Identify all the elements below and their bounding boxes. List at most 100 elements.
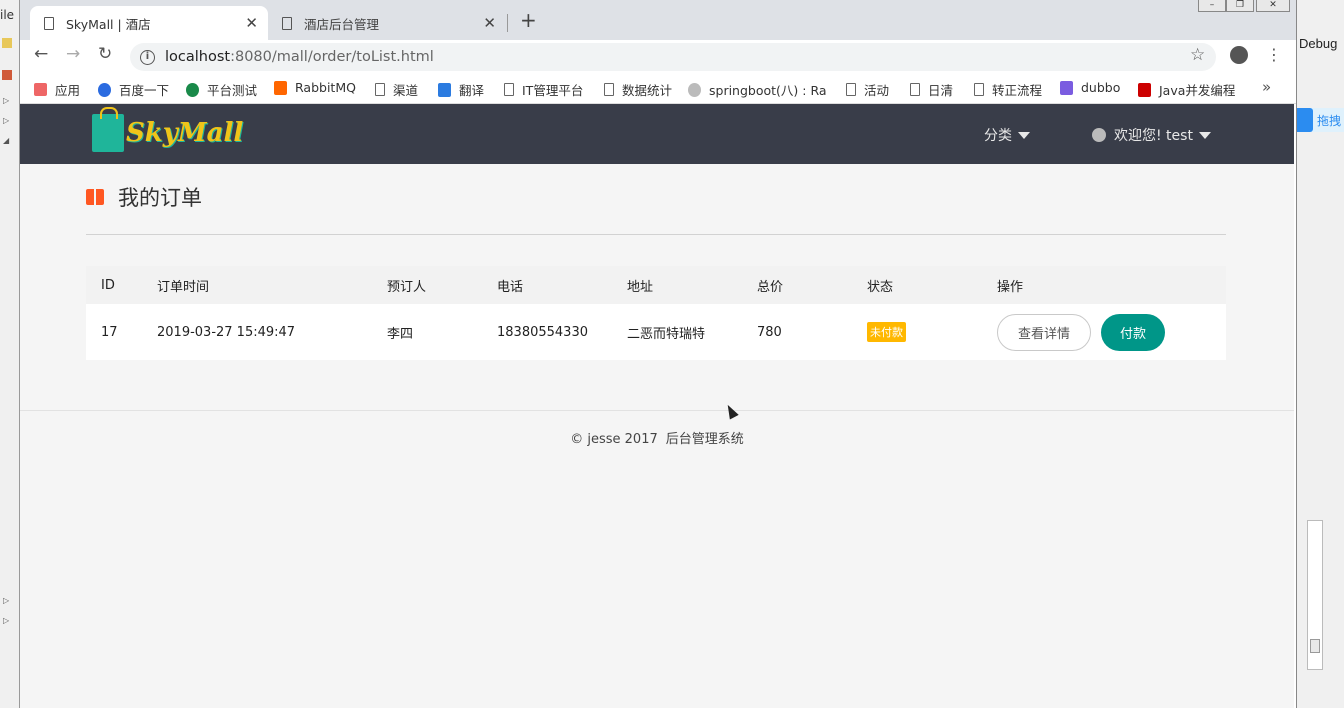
ide-scrollbar[interactable]: [1307, 520, 1323, 670]
site-header: SkyMall 分类 欢迎您! test: [20, 104, 1294, 164]
page-icon: [910, 83, 920, 96]
bookmark-rabbitmq[interactable]: RabbitMQ: [274, 80, 356, 95]
forward-icon[interactable]: →: [66, 44, 80, 64]
column-header: 电话: [497, 279, 524, 295]
bookmark-baidu[interactable]: 百度一下: [98, 80, 169, 99]
bookmark-platform-test[interactable]: 平台测试: [186, 80, 257, 99]
ide-file-label: ile: [0, 8, 15, 22]
footer-divider: [20, 410, 1294, 411]
footer-system-link[interactable]: 后台管理系统: [666, 432, 744, 447]
baidu-netdisk-widget[interactable]: 拖拽: [1297, 108, 1344, 132]
column-header: 地址: [627, 279, 654, 295]
footer-copyright: © jesse 2017: [570, 432, 658, 447]
page-icon: [504, 83, 514, 96]
ide-scrollbar-thumb[interactable]: [1310, 639, 1320, 653]
bookmark-springboot[interactable]: springboot(八) : Ra: [688, 80, 827, 99]
nav-user-dropdown[interactable]: 欢迎您! test: [1092, 125, 1211, 145]
ide-file-icon: [2, 70, 12, 80]
browser-toolbar: ← → ↻ i localhost:8080/mall/order/toList…: [20, 40, 1296, 72]
page-title: 我的订单: [118, 186, 202, 210]
bookmark-data-stats[interactable]: 数据统计: [604, 80, 672, 99]
info-icon[interactable]: i: [140, 49, 155, 65]
chevron-right-icon[interactable]: »: [1262, 78, 1271, 96]
baidu-paw-icon: [98, 82, 111, 97]
tab-title: 酒店后台管理: [304, 16, 380, 32]
bookmark-translate[interactable]: 翻译: [438, 80, 484, 99]
close-icon[interactable]: ✕: [245, 14, 258, 32]
address-bar[interactable]: i localhost:8080/mall/order/toList.html: [130, 43, 1216, 71]
tab-separator: [507, 14, 508, 32]
table-row: 17 2019-03-27 15:49:47 李四 18380554330 二恶…: [86, 304, 1226, 360]
page-icon: [974, 83, 984, 96]
ide-right-panel: Debug 拖拽: [1296, 0, 1344, 708]
ide-expand-icon[interactable]: ▷: [3, 616, 9, 625]
bookmark-star-icon[interactable]: ☆: [1190, 45, 1205, 65]
order-address: 二恶而特瑞特: [627, 326, 706, 342]
bookmark-regularization[interactable]: 转正流程: [974, 80, 1042, 99]
bookmarks-bar: 应用 百度一下 平台测试 RabbitMQ 渠道 翻译 IT管理平台 数据统计 …: [20, 72, 1296, 104]
view-details-button[interactable]: 查看详情: [997, 314, 1091, 351]
caret-down-icon: [1198, 131, 1211, 139]
table-header-row: ID 订单时间 预订人 电话 地址 总价 状态 操作: [86, 266, 1226, 304]
mouse-cursor: [723, 402, 739, 420]
ide-expand-icon[interactable]: ▷: [3, 116, 9, 125]
url-path: :8080/mall/order/toList.html: [230, 49, 434, 65]
site-footer: © jesse 2017 后台管理系统: [20, 428, 1294, 447]
debug-perspective-label[interactable]: Debug: [1299, 36, 1337, 51]
bookmark-java-concurrency[interactable]: Java并发编程: [1138, 80, 1235, 99]
ide-collapse-icon[interactable]: ◢: [3, 136, 9, 145]
baidu-cloud-icon: [1297, 108, 1313, 132]
site-icon: [186, 82, 199, 97]
column-header: 状态: [867, 279, 894, 295]
tab-bar: SkyMall | 酒店 ✕ 酒店后台管理 ✕ + – ❐ ✕: [20, 0, 1296, 40]
bookmark-it-platform[interactable]: IT管理平台: [504, 80, 583, 99]
ide-left-panel: ile ▷ ▷ ◢ ▷ ▷: [0, 0, 20, 708]
bookmark-activity[interactable]: 活动: [846, 80, 889, 99]
page-icon: [44, 16, 54, 30]
account-icon[interactable]: [1230, 46, 1248, 64]
bookmark-channel[interactable]: 渠道: [375, 80, 418, 99]
page-icon: [375, 83, 385, 96]
caret-down-icon: [1018, 131, 1030, 139]
minimize-icon[interactable]: –: [1198, 0, 1226, 12]
tab-skymall[interactable]: SkyMall | 酒店 ✕: [30, 6, 268, 40]
apps-grid-icon: [34, 83, 47, 96]
nav-category-dropdown[interactable]: 分类: [984, 125, 1030, 145]
pay-button[interactable]: 付款: [1101, 314, 1165, 351]
back-icon[interactable]: ←: [34, 44, 48, 64]
page-icon: [846, 83, 856, 96]
ide-expand-icon[interactable]: ▷: [3, 596, 9, 605]
divider: [86, 234, 1226, 235]
tab-title: SkyMall | 酒店: [66, 16, 151, 32]
ide-expand-icon[interactable]: ▷: [3, 96, 9, 105]
column-header: 订单时间: [157, 279, 210, 295]
page-heading: 我的订单: [86, 182, 202, 212]
bookmark-apps[interactable]: 应用: [34, 80, 80, 99]
status-cell: 未付款: [867, 304, 906, 360]
column-header: 总价: [757, 279, 784, 295]
menu-icon[interactable]: ⋮: [1266, 45, 1282, 64]
order-total: 780: [757, 324, 782, 340]
new-tab-icon[interactable]: +: [520, 8, 537, 32]
nav-user-label: 欢迎您! test: [1114, 128, 1193, 144]
close-icon[interactable]: ✕: [483, 14, 496, 32]
web-page: SkyMall 分类 欢迎您! test 我的订单 ID 订单时间 预订人 电话: [20, 104, 1294, 708]
ide-folder-icon: [2, 38, 12, 48]
rabbitmq-icon: [274, 80, 287, 95]
nav-category-label: 分类: [984, 128, 1012, 144]
browser-window: SkyMall | 酒店 ✕ 酒店后台管理 ✕ + – ❐ ✕ ← → ↻ i …: [20, 0, 1296, 708]
column-header: 预订人: [387, 279, 427, 295]
page-icon: [282, 16, 292, 30]
restore-icon[interactable]: ❐: [1226, 0, 1254, 12]
order-phone: 18380554330: [497, 324, 588, 340]
bookmark-dubbo[interactable]: dubbo: [1060, 80, 1120, 95]
window-close-icon[interactable]: ✕: [1256, 0, 1290, 12]
status-badge: 未付款: [867, 322, 906, 342]
reload-icon[interactable]: ↻: [98, 44, 112, 64]
bookmark-daily[interactable]: 日清: [910, 80, 953, 99]
logo-text: SkyMall: [126, 118, 244, 148]
dubbo-icon: [1060, 80, 1073, 95]
tab-hotel-admin[interactable]: 酒店后台管理 ✕: [268, 6, 506, 40]
site-logo[interactable]: SkyMall: [92, 107, 244, 152]
gift-icon: [86, 189, 104, 205]
